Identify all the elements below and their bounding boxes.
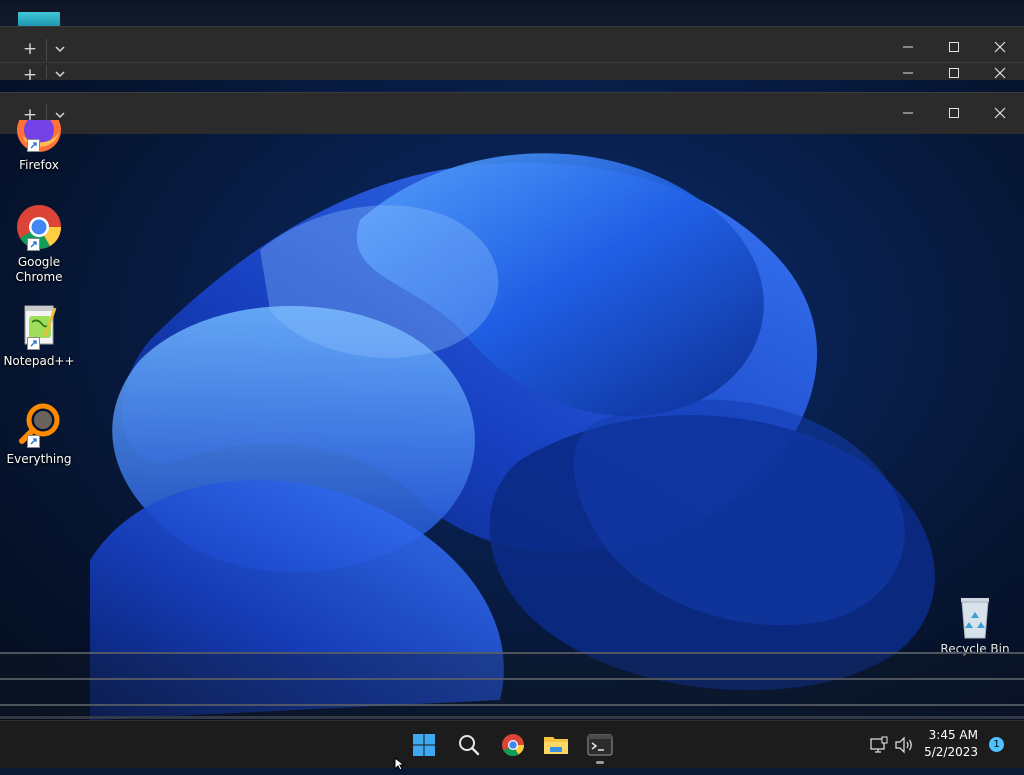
chrome-icon[interactable] (499, 731, 527, 759)
firefox-icon (15, 120, 63, 154)
close-button[interactable] (987, 104, 1013, 122)
shortcut-arrow-icon (27, 238, 40, 251)
taskbar: 3:45 AM 5/2/2023 1 (0, 720, 1024, 768)
file-explorer-icon[interactable] (542, 731, 570, 759)
desktop-icon-google-chrome[interactable]: Google Chrome (2, 203, 76, 285)
window-edge-line (0, 652, 1024, 654)
maximize-button[interactable] (941, 64, 967, 80)
close-button[interactable] (987, 64, 1013, 80)
new-tab-button[interactable]: + (19, 67, 41, 81)
clock-date: 5/2/2023 (924, 745, 978, 759)
terminal-icon[interactable] (586, 731, 614, 759)
background-window-strip (0, 0, 1024, 26)
search-icon[interactable] (455, 731, 483, 759)
terminal-window-3-titlebar[interactable]: + (0, 92, 1024, 134)
chrome-icon (15, 203, 63, 251)
tab-dropdown-chevron-icon[interactable] (50, 44, 72, 56)
maximize-button[interactable] (941, 104, 967, 122)
running-indicator (596, 761, 604, 764)
minimize-button[interactable] (895, 104, 921, 122)
shortcut-arrow-icon (27, 337, 40, 350)
network-icon[interactable] (870, 736, 888, 758)
desktop-icon-label-line1: Google (17, 255, 61, 269)
background-window-edges (0, 652, 1024, 718)
notification-badge[interactable]: 1 (989, 737, 1004, 752)
volume-icon[interactable] (894, 736, 914, 758)
close-button[interactable] (987, 38, 1013, 56)
everything-icon (15, 400, 63, 448)
desktop-icon-everything[interactable]: Everything (2, 400, 76, 467)
shortcut-arrow-icon (27, 435, 40, 448)
notepadpp-icon (15, 302, 63, 350)
new-tab-button[interactable]: + (19, 41, 41, 58)
desktop-icon-label: Notepad++ (3, 354, 75, 368)
desktop-icon-notepadpp[interactable]: Notepad++ (2, 302, 76, 369)
desktop-icon-label: Everything (6, 452, 72, 466)
tab-dropdown-chevron-icon[interactable] (50, 70, 72, 80)
shortcut-arrow-icon (27, 139, 40, 152)
mouse-cursor-icon (394, 756, 406, 775)
window-edge-line (0, 678, 1024, 680)
desktop-icon-recycle-bin[interactable]: Recycle Bin (940, 596, 1010, 656)
divider (46, 39, 47, 61)
window-edge-line (0, 716, 1024, 719)
desktop-icon-label-line2: Chrome (15, 270, 63, 284)
background-window-icon (18, 12, 60, 26)
start-icon[interactable] (410, 731, 438, 759)
minimize-button[interactable] (895, 64, 921, 80)
desktop-icon-firefox[interactable]: Firefox (2, 120, 76, 173)
clock[interactable]: 3:45 AM 5/2/2023 (924, 727, 978, 761)
recycle-bin-icon (955, 596, 995, 640)
clock-time: 3:45 AM (928, 728, 978, 742)
desktop-icon-label: Firefox (19, 158, 59, 172)
minimize-button[interactable] (895, 38, 921, 56)
divider (46, 65, 47, 79)
window-edge-line (0, 704, 1024, 706)
maximize-button[interactable] (941, 38, 967, 56)
terminal-window-2-titlebar[interactable]: + (0, 62, 1024, 80)
